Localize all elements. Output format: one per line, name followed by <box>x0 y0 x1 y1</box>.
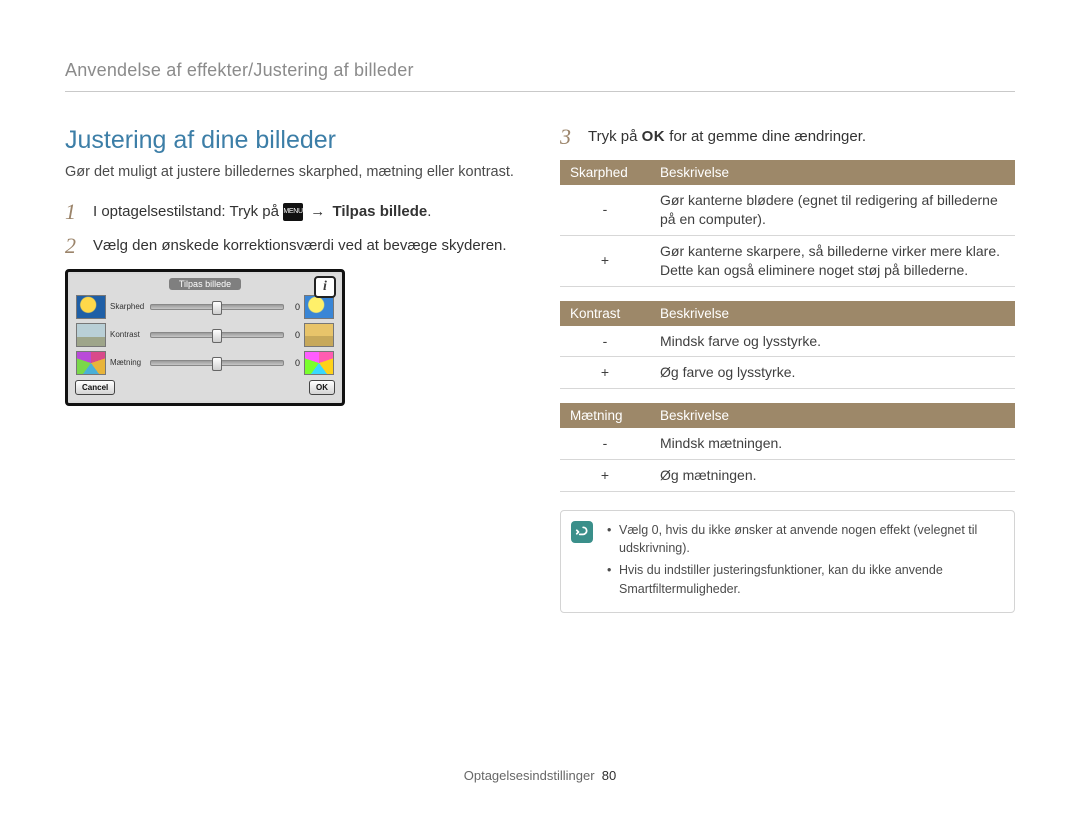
table-row: + Øg farve og lysstyrke. <box>560 357 1015 389</box>
slider-label-contrast: Kontrast <box>110 330 146 339</box>
ok-icon: OK <box>642 128 666 145</box>
thumb-saturation-low <box>76 351 106 375</box>
slider-sharpness[interactable] <box>150 304 284 310</box>
contrast-plus-desc: Øg farve og lysstyrke. <box>650 357 1015 389</box>
slider-label-saturation: Mætning <box>110 358 146 367</box>
step-3-pre: Tryk på <box>588 128 637 145</box>
saturation-header-1: Mætning <box>560 403 650 428</box>
sharpness-header-1: Skarphed <box>560 160 650 185</box>
thumb-contrast-high <box>304 323 334 347</box>
breadcrumb: Anvendelse af effekter/Justering af bill… <box>65 60 1015 92</box>
step-2-number: 2 <box>65 235 81 257</box>
step-3-post: for at gemme dine ændringer. <box>669 128 866 145</box>
sharpness-minus-desc: Gør kanterne blødere (egnet til redigeri… <box>650 185 1015 235</box>
step-2: 2 Vælg den ønskede korrektionsværdi ved … <box>65 235 520 257</box>
note-box: Vælg 0, hvis du ikke ønsker at anvende n… <box>560 510 1015 613</box>
saturation-minus-desc: Mindsk mætningen. <box>650 428 1015 459</box>
table-row: + Gør kanterne skarpere, så billederne v… <box>560 235 1015 286</box>
intro-text: Gør det muligt at justere billedernes sk… <box>65 163 520 183</box>
contrast-table: Kontrast Beskrivelse - Mindsk farve og l… <box>560 301 1015 390</box>
step-1-suffix: . <box>427 203 431 220</box>
thumb-sharpness-high <box>304 295 334 319</box>
info-icon[interactable]: i <box>314 276 336 298</box>
contrast-header-2: Beskrivelse <box>650 301 1015 326</box>
saturation-plus: + <box>560 460 650 492</box>
slider-row-contrast: Kontrast 0 <box>74 321 336 349</box>
saturation-table: Mætning Beskrivelse - Mindsk mætningen. … <box>560 403 1015 492</box>
step-3-number: 3 <box>560 126 576 148</box>
table-row: + Øg mætningen. <box>560 460 1015 492</box>
page-number: 80 <box>602 768 616 783</box>
step-1-pre: I optagelsestilstand: Tryk på <box>93 203 279 220</box>
contrast-minus-desc: Mindsk farve og lysstyrke. <box>650 326 1015 357</box>
sharpness-plus-desc: Gør kanterne skarpere, så billederne vir… <box>650 235 1015 286</box>
step-3: 3 Tryk på OK for at gemme dine ændringer… <box>560 126 1015 148</box>
step-1-target: Tilpas billede <box>332 203 427 220</box>
menu-icon: MENU <box>283 203 303 221</box>
slider-saturation[interactable] <box>150 360 284 366</box>
sharpness-header-2: Beskrivelse <box>650 160 1015 185</box>
step-1-number: 1 <box>65 201 81 223</box>
footer-section: Optagelsesindstillinger <box>464 768 595 783</box>
table-row: - Mindsk farve og lysstyrke. <box>560 326 1015 357</box>
note-icon <box>571 521 593 543</box>
slider-value-contrast: 0 <box>288 330 300 340</box>
ok-button[interactable]: OK <box>309 380 335 395</box>
table-row: - Gør kanterne blødere (egnet til redige… <box>560 185 1015 235</box>
saturation-header-2: Beskrivelse <box>650 403 1015 428</box>
step-1: 1 I optagelsestilstand: Tryk på MENU → T… <box>65 201 520 223</box>
saturation-plus-desc: Øg mætningen. <box>650 460 1015 492</box>
table-row: - Mindsk mætningen. <box>560 428 1015 459</box>
slider-label-sharpness: Skarphed <box>110 302 146 311</box>
contrast-minus: - <box>560 326 650 357</box>
sharpness-plus: + <box>560 235 650 286</box>
step-2-text: Vælg den ønskede korrektionsværdi ved at… <box>93 235 507 257</box>
page-title: Justering af dine billeder <box>65 126 520 155</box>
note-item-1: Vælg 0, hvis du ikke ønsker at anvende n… <box>607 521 1002 557</box>
cancel-button[interactable]: Cancel <box>75 380 115 395</box>
saturation-minus: - <box>560 428 650 459</box>
slider-contrast[interactable] <box>150 332 284 338</box>
screen-title: Tilpas billede <box>169 278 241 290</box>
arrow-icon: → <box>307 203 328 220</box>
thumb-contrast-low <box>76 323 106 347</box>
slider-row-saturation: Mætning 0 <box>74 349 336 377</box>
slider-value-sharpness: 0 <box>288 302 300 312</box>
sharpness-minus: - <box>560 185 650 235</box>
sharpness-table: Skarphed Beskrivelse - Gør kanterne blød… <box>560 160 1015 287</box>
contrast-header-1: Kontrast <box>560 301 650 326</box>
slider-row-sharpness: Skarphed 0 <box>74 293 336 321</box>
note-item-2: Hvis du indstiller justeringsfunktioner,… <box>607 561 1002 597</box>
thumb-sharpness-low <box>76 295 106 319</box>
footer: Optagelsesindstillinger 80 <box>0 768 1080 783</box>
slider-value-saturation: 0 <box>288 358 300 368</box>
thumb-saturation-high <box>304 351 334 375</box>
camera-screen: i Tilpas billede Skarphed 0 <box>65 269 345 406</box>
contrast-plus: + <box>560 357 650 389</box>
